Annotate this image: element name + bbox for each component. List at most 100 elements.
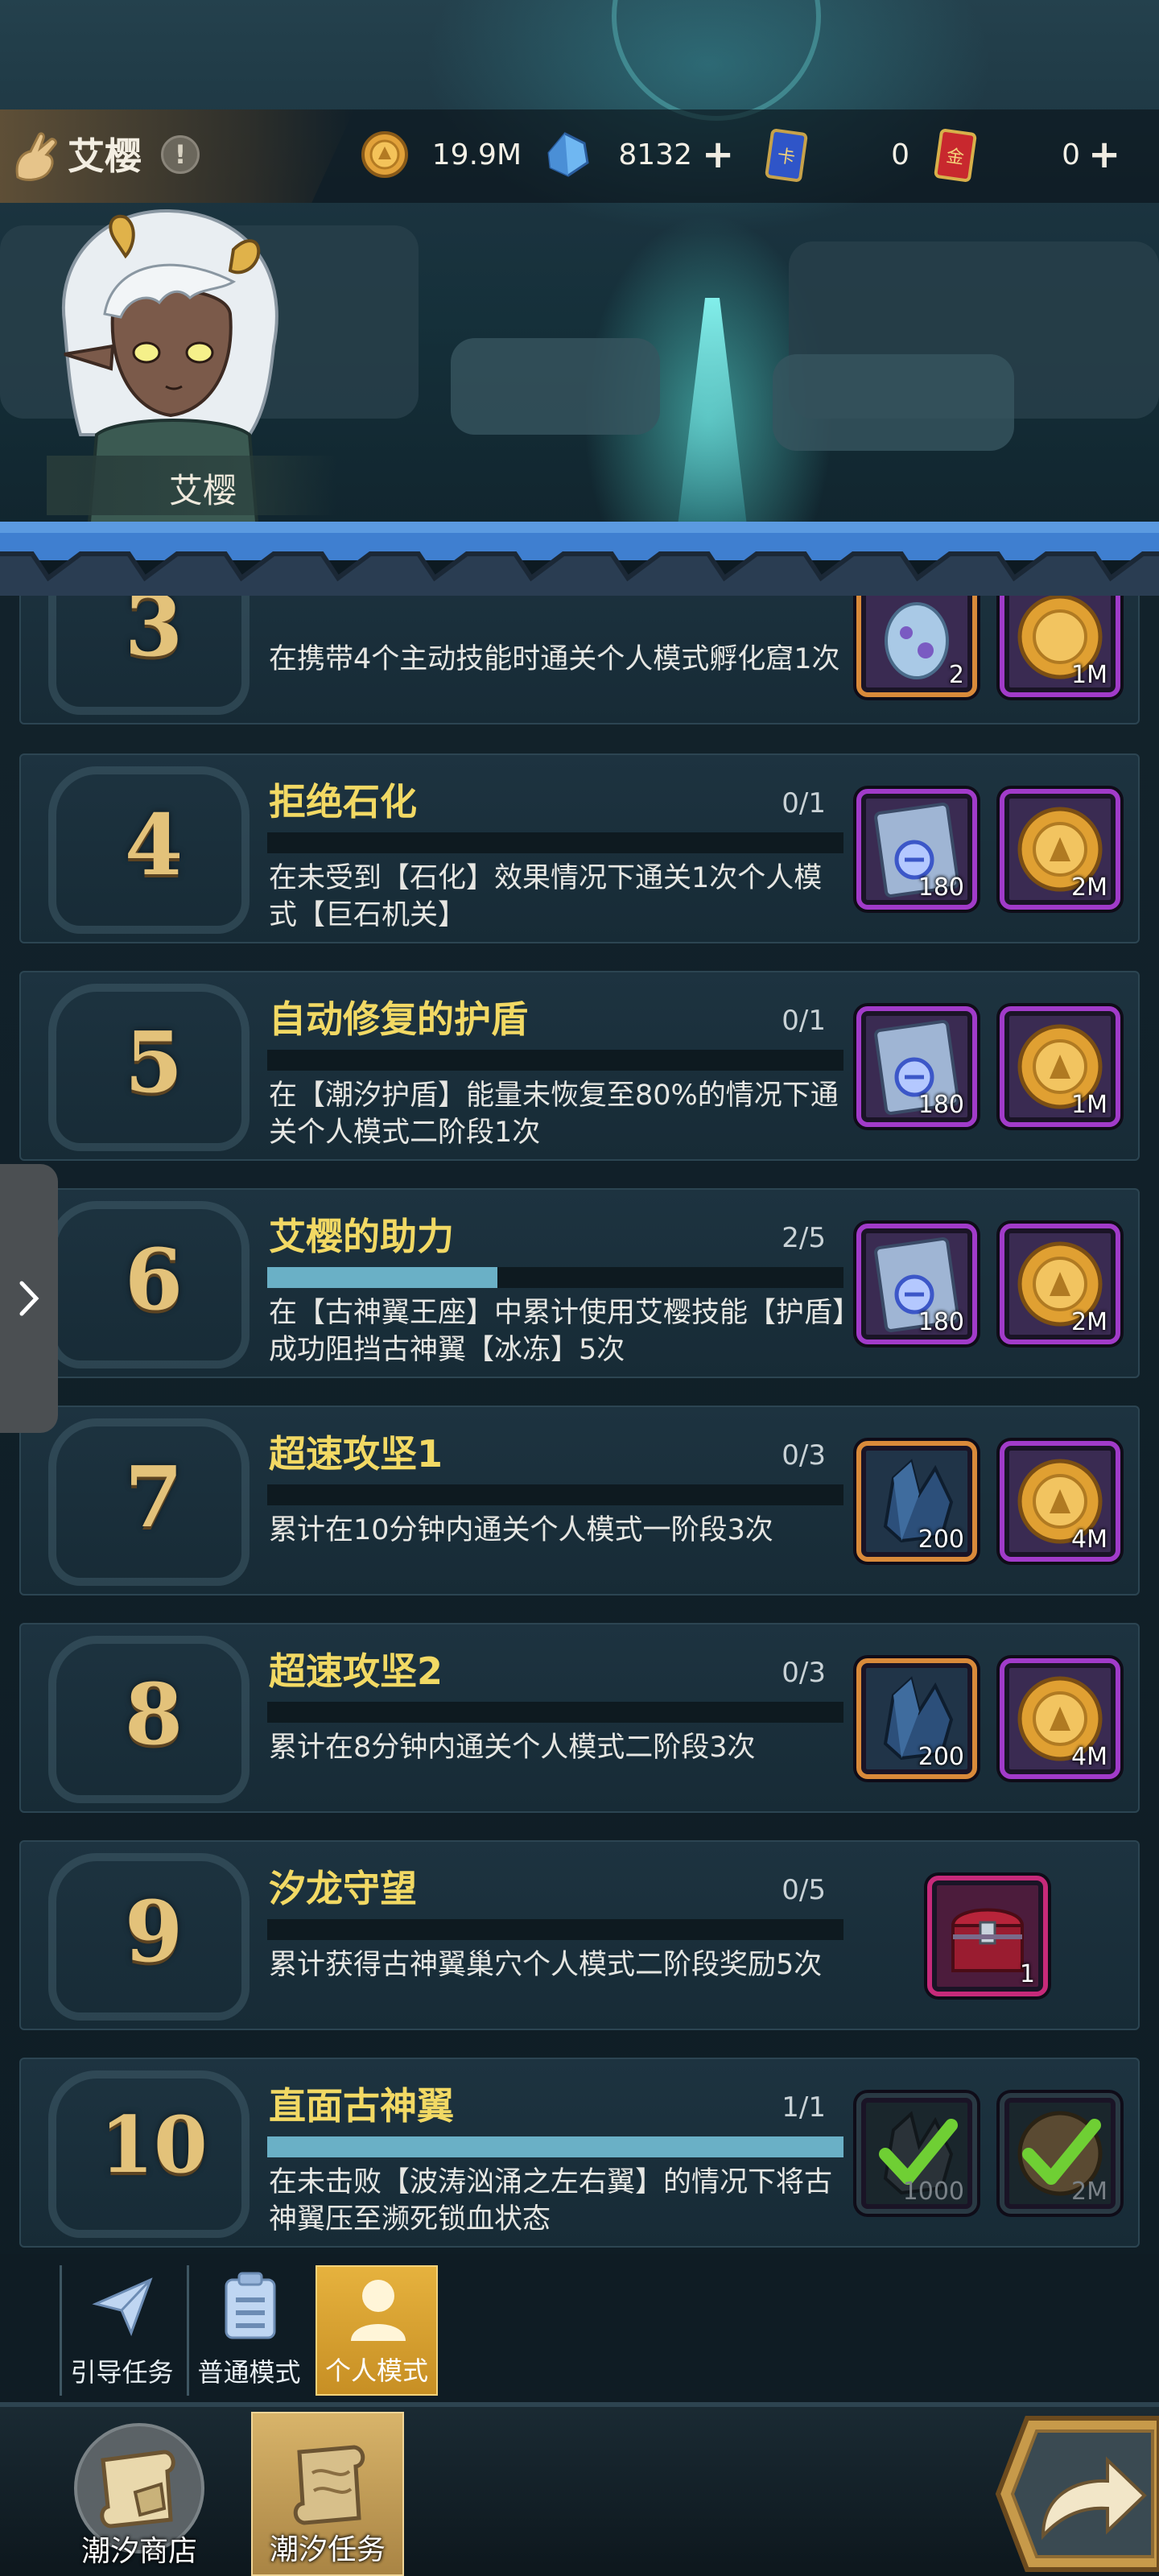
progress-bar xyxy=(267,2136,843,2157)
nav-tide-shop[interactable]: 潮汐商店 xyxy=(63,2412,216,2576)
task-number: 4 xyxy=(124,795,184,894)
person-icon xyxy=(351,2280,406,2341)
progress-bar xyxy=(267,1050,843,1071)
progress-bar xyxy=(267,1267,843,1288)
tab-personal-mode[interactable]: 个人模式 xyxy=(316,2265,438,2396)
task-title: 汐龙守望 xyxy=(269,1867,417,1910)
task-progress: 0/1 xyxy=(782,1005,826,1037)
crystal-value: 8132 xyxy=(618,138,692,171)
task-progress: 1/1 xyxy=(782,2091,826,2124)
task-title: 自动修复的护盾 xyxy=(269,997,528,1041)
blue-crystal-icon xyxy=(547,132,589,177)
reward-item-claimed[interactable]: 1000 xyxy=(856,2093,977,2214)
task-card: 5 自动修复的护盾 0/1 在【潮汐护盾】能量未恢复至80%的情况下通关个人模式… xyxy=(19,971,1140,1161)
reward-item[interactable]: 180 xyxy=(856,1224,977,1344)
task-description: 累计在8分钟内通关个人模式二阶段3次 xyxy=(269,1732,756,1764)
info-exclamation-icon[interactable]: ! xyxy=(161,135,200,174)
reward-qty: 180 xyxy=(918,1308,964,1336)
tab-label: 个人模式 xyxy=(324,2355,428,2386)
task-progress: 2/5 xyxy=(782,1222,826,1254)
portal-ring xyxy=(612,0,821,121)
nav-label: 潮汐商店 xyxy=(80,2535,197,2568)
add-crystal-button[interactable]: + xyxy=(702,135,734,174)
reward-qty: 2 xyxy=(948,661,964,689)
svg-text:卡: 卡 xyxy=(776,147,796,169)
task-card: 10 直面古神翼 1/1 在未击败【波涛汹涌之左右翼】的情况下将古神翼压至濒死锁… xyxy=(19,2058,1140,2248)
reward-item[interactable]: 180 xyxy=(856,789,977,910)
hand-icon xyxy=(15,132,57,181)
task-card: 6 艾樱的助力 2/5 在【古神翼王座】中累计使用艾樱技能【护盾】成功阻挡古神翼… xyxy=(19,1188,1140,1378)
progress-bar xyxy=(267,1919,843,1940)
progress-fill xyxy=(267,2136,843,2157)
gold-value: 19.9M xyxy=(431,138,522,171)
reward-qty: 2M xyxy=(1071,2178,1107,2206)
task-card: 4 拒绝石化 0/1 在未受到【石化】效果情况下通关1次个人模式【巨石机关】 1… xyxy=(19,753,1140,943)
reward-qty: 200 xyxy=(918,1743,964,1771)
svg-text:金: 金 xyxy=(945,147,965,169)
reward-item[interactable]: 2 xyxy=(856,596,977,697)
scroll-shop-icon xyxy=(100,2450,175,2529)
task-description: 在未受到【石化】效果情况下通关1次个人模式【巨石机关】 xyxy=(269,862,823,931)
progress-bar xyxy=(267,832,843,853)
reward-item[interactable]: 1M xyxy=(1000,596,1120,697)
task-number: 10 xyxy=(100,2099,208,2190)
task-description: 累计在10分钟内通关个人模式一阶段3次 xyxy=(269,1514,773,1546)
task-title: 艾樱的助力 xyxy=(269,1215,454,1258)
progress-bar xyxy=(267,1702,843,1723)
task-title: 直面古神翼 xyxy=(269,2084,454,2128)
reward-qty: 1 xyxy=(1019,1960,1035,1988)
task-list[interactable]: 3 在携带4个主动技能时通关个人模式孵化窟1次 2 1M 4 拒绝石化 0/1 … xyxy=(0,596,1159,2254)
gold-coin-icon xyxy=(361,131,408,178)
task-progress: 0/5 xyxy=(782,1874,826,1906)
red-card-icon: 金 xyxy=(934,129,977,182)
progress-bar xyxy=(267,1484,843,1505)
reward-item[interactable]: 4M xyxy=(1000,1658,1120,1779)
task-number: 6 xyxy=(124,1230,184,1329)
reward-item[interactable]: 2M xyxy=(1000,789,1120,910)
reward-item[interactable]: 200 xyxy=(856,1441,977,1562)
side-expand-tab[interactable] xyxy=(0,1164,58,1433)
reward-qty: 1000 xyxy=(902,2178,964,2206)
reward-item[interactable]: 1M xyxy=(1000,1006,1120,1127)
character-label: 艾樱 xyxy=(169,471,237,510)
reward-item[interactable]: 1 xyxy=(927,1876,1048,1996)
blue-card-icon: 卡 xyxy=(765,129,808,182)
progress-fill xyxy=(267,1267,498,1288)
scroll-quest-icon xyxy=(293,2445,365,2525)
task-progress: 0/1 xyxy=(782,787,826,819)
reward-item[interactable]: 180 xyxy=(856,1006,977,1127)
clipboard-icon xyxy=(225,2272,276,2339)
reward-qty: 180 xyxy=(918,873,964,902)
task-description: 在未击败【波涛汹涌之左右翼】的情况下将古神翼压至濒死锁血状态 xyxy=(269,2166,833,2235)
tab-normal-mode[interactable]: 普通模式 xyxy=(187,2265,309,2396)
task-description: 在【潮汐护盾】能量未恢复至80%的情况下通关个人模式二阶段1次 xyxy=(269,1080,839,1149)
tab-guide-tasks[interactable]: 引导任务 xyxy=(60,2265,182,2396)
glowing-waterfall xyxy=(676,298,749,531)
reward-qty: 2M xyxy=(1071,1308,1107,1336)
reward-item[interactable]: 200 xyxy=(856,1658,977,1779)
task-description: 在携带4个主动技能时通关个人模式孵化窟1次 xyxy=(269,643,840,675)
add-red-card-button[interactable]: + xyxy=(1088,135,1120,174)
reward-item[interactable]: 2M xyxy=(1000,1224,1120,1344)
rock xyxy=(451,338,660,435)
task-card: 8 超速攻坚2 0/3 累计在8分钟内通关个人模式二阶段3次 200 4M xyxy=(19,1623,1140,1813)
task-number: 5 xyxy=(124,1013,184,1112)
task-description: 累计获得古神翼巢穴个人模式二阶段奖励5次 xyxy=(269,1949,823,1981)
task-title: 拒绝石化 xyxy=(269,780,417,824)
character-name: 艾樱 xyxy=(68,134,142,178)
blue-card-value: 0 xyxy=(891,138,909,171)
reward-qty: 2M xyxy=(1071,873,1107,902)
nav-tide-quests[interactable]: 潮汐任务 xyxy=(251,2412,404,2576)
nav-label: 潮汐任务 xyxy=(269,2533,386,2566)
reward-item-claimed[interactable]: 2M xyxy=(1000,2093,1120,2214)
task-number: 8 xyxy=(124,1665,184,1764)
rock xyxy=(773,354,1014,451)
reward-qty: 4M xyxy=(1071,1525,1107,1554)
forward-arrow-button[interactable] xyxy=(995,2415,1159,2573)
task-progress: 0/3 xyxy=(782,1657,826,1689)
reward-qty: 4M xyxy=(1071,1743,1107,1771)
reward-item[interactable]: 4M xyxy=(1000,1441,1120,1562)
chevron-right-icon xyxy=(19,1281,39,1316)
task-number: 3 xyxy=(124,596,184,675)
task-progress: 0/3 xyxy=(782,1439,826,1472)
